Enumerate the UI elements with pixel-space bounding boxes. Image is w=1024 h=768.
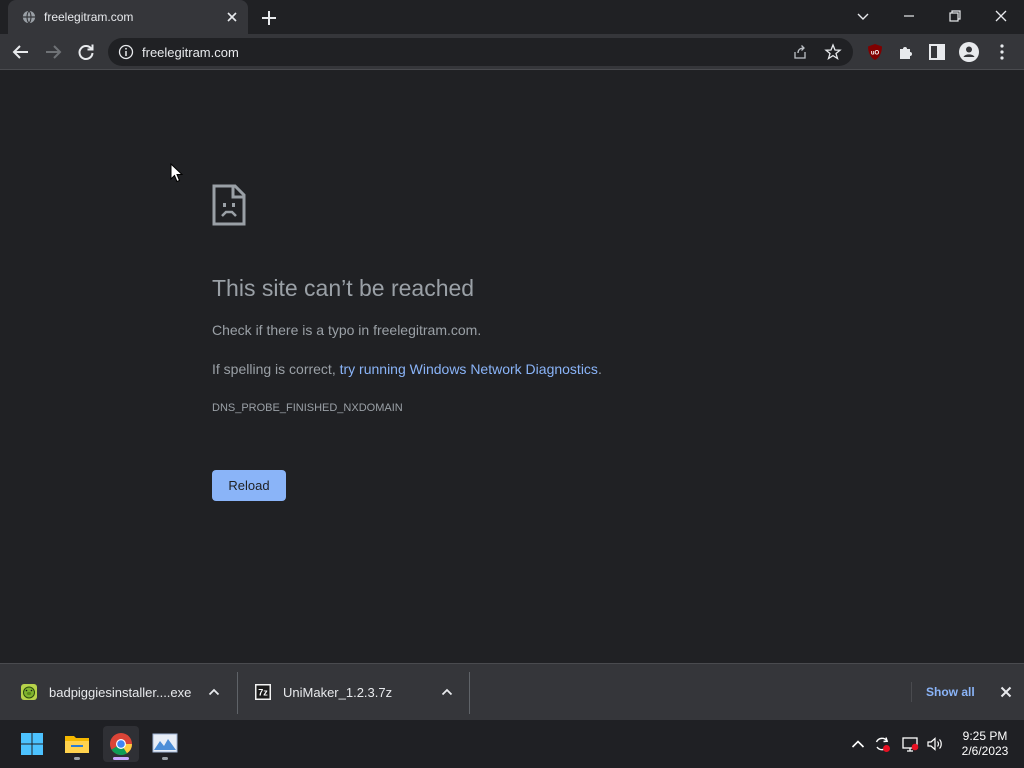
chrome-icon	[110, 733, 132, 755]
chrome-menu-icon[interactable]	[991, 41, 1013, 63]
diagnostics-prefix: If spelling is correct,	[212, 361, 340, 377]
running-indicator	[74, 757, 80, 760]
error-code: DNS_PROBE_FINISHED_NXDOMAIN	[212, 402, 403, 414]
mouse-cursor-icon	[170, 163, 184, 183]
address-bar[interactable]: freelegitram.com	[108, 38, 853, 66]
file-explorer-icon	[65, 736, 89, 753]
site-info-icon[interactable]	[118, 44, 134, 60]
7zip-archive-icon: 7z	[255, 684, 271, 700]
tab-title: freelegitram.com	[44, 10, 134, 24]
photos-icon	[152, 733, 178, 753]
error-page: This site can’t be reached Check if ther…	[0, 71, 1024, 663]
reload-icon[interactable]	[75, 41, 97, 63]
share-icon[interactable]	[792, 44, 808, 60]
screen: freelegitram.com freelegitram.com uO Thi…	[0, 0, 1024, 768]
photos-taskbar-button[interactable]	[147, 726, 183, 762]
download-divider	[469, 672, 470, 714]
clock-date: 2/6/2023	[961, 744, 1009, 758]
pig-app-icon	[21, 684, 37, 700]
bookmark-star-icon[interactable]	[824, 43, 842, 61]
chevron-up-icon[interactable]	[440, 685, 454, 699]
new-tab-icon[interactable]	[258, 7, 280, 29]
diagnostics-suggestion: If spelling is correct, try running Wind…	[212, 361, 602, 377]
windows-start-icon	[21, 733, 43, 755]
start-button[interactable]	[14, 726, 50, 762]
clock-time: 9:25 PM	[962, 729, 1008, 743]
error-title: This site can’t be reached	[212, 275, 475, 301]
url-text[interactable]: freelegitram.com	[142, 45, 239, 60]
reload-button[interactable]: Reload	[212, 470, 286, 501]
sad-document-icon	[212, 184, 246, 226]
chevron-up-icon[interactable]	[207, 685, 221, 699]
shelf-divider	[911, 682, 912, 702]
tab-strip: freelegitram.com	[0, 0, 1024, 34]
tab-active[interactable]: freelegitram.com	[8, 0, 248, 34]
download-filename: badpiggiesinstaller....exe	[49, 685, 192, 700]
typo-suggestion: Check if there is a typo in freelegitram…	[212, 322, 482, 338]
download-item[interactable]: badpiggiesinstaller....exe	[0, 664, 236, 721]
restore-icon[interactable]	[942, 4, 968, 28]
chrome-taskbar-button[interactable]	[103, 726, 139, 762]
extensions-puzzle-icon[interactable]	[895, 41, 917, 63]
taskbar-clock[interactable]: 9:25 PM 2/6/2023	[954, 729, 1016, 759]
active-indicator	[113, 757, 129, 760]
file-explorer-button[interactable]	[59, 726, 95, 762]
profile-avatar-icon[interactable]	[958, 41, 980, 63]
ublock-extension-icon[interactable]: uO	[864, 41, 886, 63]
show-all-downloads-button[interactable]: Show all	[926, 685, 975, 699]
close-shelf-icon[interactable]	[998, 684, 1014, 700]
windows-taskbar: 9:25 PM 2/6/2023	[0, 720, 1024, 768]
tab-close-icon[interactable]	[224, 9, 240, 25]
svg-text:uO: uO	[871, 51, 880, 57]
download-filename: UniMaker_1.2.3.7z	[283, 685, 393, 700]
back-arrow-icon[interactable]	[10, 41, 32, 63]
forward-arrow-icon[interactable]	[42, 41, 64, 63]
globe-icon	[22, 10, 36, 24]
volume-icon[interactable]	[926, 735, 944, 753]
side-panel-icon[interactable]	[926, 41, 948, 63]
sync-error-icon[interactable]	[873, 735, 891, 753]
download-shelf: badpiggiesinstaller....exe 7z UniMaker_1…	[0, 663, 1024, 720]
svg-text:7z: 7z	[258, 688, 268, 698]
chevron-up-tray-icon[interactable]	[849, 735, 867, 753]
network-diagnostics-link[interactable]: try running Windows Network Diagnostics	[340, 361, 598, 377]
diagnostics-suffix: .	[597, 361, 602, 377]
network-ethernet-icon[interactable]	[901, 735, 919, 753]
close-window-icon[interactable]	[988, 4, 1014, 28]
browser-toolbar: freelegitram.com uO	[0, 34, 1024, 70]
tab-search-chevron-icon[interactable]	[850, 4, 876, 28]
minimize-icon[interactable]	[896, 4, 922, 28]
download-item[interactable]: 7z UniMaker_1.2.3.7z	[238, 664, 469, 721]
running-indicator	[162, 757, 168, 760]
